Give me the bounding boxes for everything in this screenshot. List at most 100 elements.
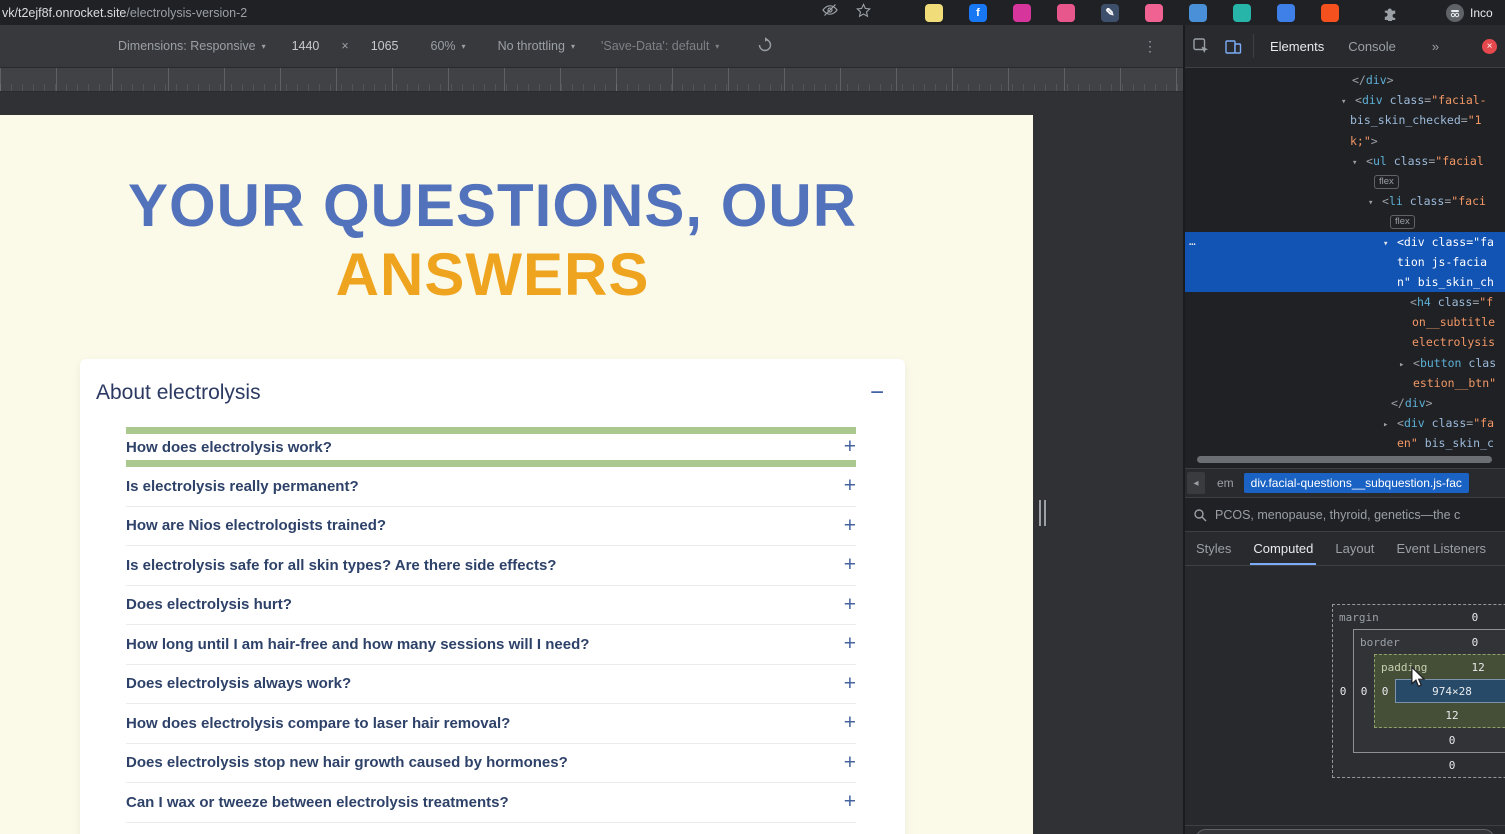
- expand-plus-icon[interactable]: +: [844, 514, 856, 538]
- bookmark-star-icon[interactable]: [856, 3, 871, 23]
- extension-icon-orange[interactable]: [1321, 4, 1339, 22]
- faq-question-row[interactable]: Is electrolysis really permanent?+: [126, 467, 856, 507]
- eye-off-icon[interactable]: [822, 2, 838, 23]
- tree-node[interactable]: on__subtitle: [1185, 312, 1505, 332]
- tree-node[interactable]: flex: [1185, 211, 1505, 231]
- faq-question-row[interactable]: Can I wax or tweeze between electrolysis…: [126, 783, 856, 823]
- extension-icon-chat[interactable]: [1145, 4, 1163, 22]
- tree-node[interactable]: estion__btn": [1185, 373, 1505, 393]
- zoom-select[interactable]: 60% ▾: [431, 39, 466, 53]
- border-bottom-value[interactable]: 0: [1354, 734, 1505, 747]
- tree-node[interactable]: electrolysis: [1185, 332, 1505, 352]
- inspect-icon[interactable]: [1185, 37, 1217, 55]
- devtools-search-bar[interactable]: PCOS, menopause, thyroid, genetics—the c: [1185, 498, 1505, 532]
- expand-plus-icon[interactable]: +: [844, 672, 856, 696]
- tab-elements[interactable]: Elements: [1258, 25, 1336, 67]
- extension-icon-pen[interactable]: ✎: [1101, 4, 1119, 22]
- sidebar-tab-layout[interactable]: Layout: [1324, 532, 1385, 565]
- collapse-arrow-icon[interactable]: ▾: [1383, 234, 1397, 254]
- padding-left-value[interactable]: 0: [1375, 679, 1395, 703]
- padding-top-value[interactable]: 12: [1427, 661, 1505, 674]
- extension-icon-facebook[interactable]: f: [969, 4, 987, 22]
- more-tabs-chevron[interactable]: »: [1432, 39, 1439, 54]
- extension-icon-instagram[interactable]: [1013, 4, 1031, 22]
- expand-plus-icon[interactable]: +: [844, 790, 856, 814]
- tree-node-selected[interactable]: tion js-facia: [1185, 252, 1505, 272]
- border-top-value[interactable]: 0: [1400, 636, 1505, 649]
- faq-question-row[interactable]: Is electrolysis safe for all skin types?…: [126, 546, 856, 586]
- viewport-width-input[interactable]: 1440: [292, 39, 320, 53]
- tree-node[interactable]: </div>: [1185, 70, 1505, 90]
- expand-arrow-icon[interactable]: ▸: [1399, 355, 1413, 375]
- expand-arrow-icon[interactable]: ▸: [1383, 415, 1397, 435]
- viewport-height-input[interactable]: 1065: [371, 39, 399, 53]
- faq-card-header[interactable]: About electrolysis −: [80, 381, 905, 405]
- tree-node[interactable]: </div>: [1185, 393, 1505, 413]
- dimensions-select[interactable]: Dimensions: Responsive ▾: [118, 39, 266, 53]
- sidebar-tab-event-listeners[interactable]: Event Listeners: [1385, 532, 1497, 565]
- scrollbar-thumb[interactable]: [1197, 456, 1492, 463]
- profile-chip[interactable]: Inco: [1446, 0, 1493, 25]
- expand-plus-icon[interactable]: +: [844, 474, 856, 498]
- expand-plus-icon[interactable]: +: [844, 711, 856, 735]
- faq-question-row[interactable]: How are Nios electrologists trained?+: [126, 507, 856, 547]
- toolbar-menu-dots[interactable]: ⋮: [1143, 38, 1157, 55]
- tab-console[interactable]: Console: [1336, 25, 1408, 67]
- tree-node[interactable]: ▾<ul class="facial: [1185, 151, 1505, 171]
- device-toolbar-icon[interactable]: [1217, 37, 1249, 55]
- tree-node[interactable]: <h4 class="f: [1185, 292, 1505, 312]
- margin-bottom-value[interactable]: 0: [1333, 759, 1505, 772]
- flex-badge[interactable]: flex: [1390, 215, 1415, 229]
- tree-node-selected[interactable]: …▾<div class="fa: [1185, 232, 1505, 252]
- breadcrumb-back-button[interactable]: ◂: [1187, 472, 1205, 494]
- padding-bottom-value[interactable]: 12: [1375, 709, 1505, 722]
- extension-icon-teal[interactable]: [1233, 4, 1251, 22]
- tree-node-selected[interactable]: n" bis_skin_ch: [1185, 272, 1505, 292]
- node-overflow-dots[interactable]: …: [1189, 232, 1197, 252]
- flex-badge[interactable]: flex: [1374, 175, 1399, 189]
- faq-question-row[interactable]: Does electrolysis stop new hair growth c…: [126, 744, 856, 784]
- extension-icon-notes[interactable]: [925, 4, 943, 22]
- extension-icon-blue[interactable]: [1189, 4, 1207, 22]
- faq-question-row[interactable]: Does electrolysis always work?+: [126, 665, 856, 705]
- error-badge[interactable]: ×: [1482, 39, 1497, 54]
- tree-node[interactable]: flex: [1185, 171, 1505, 191]
- expand-plus-icon[interactable]: +: [844, 632, 856, 656]
- collapse-arrow-icon[interactable]: ▾: [1352, 153, 1366, 173]
- tree-node[interactable]: ▾<div class="facial-: [1185, 90, 1505, 110]
- address-bar[interactable]: vk/t2ejf8f.onrocket.site/electrolysis-ve…: [2, 0, 247, 25]
- margin-top-value[interactable]: 0: [1379, 611, 1505, 624]
- horizontal-scrollbar[interactable]: [1185, 452, 1505, 468]
- viewport-resize-handle[interactable]: [1039, 500, 1049, 526]
- faq-question-row[interactable]: How does electrolysis compare to laser h…: [126, 704, 856, 744]
- tree-node[interactable]: k;">: [1185, 131, 1505, 151]
- faq-question-row[interactable]: How does electrolysis work?+: [126, 434, 856, 460]
- faq-question-row[interactable]: How long until I am hair-free and how ma…: [126, 625, 856, 665]
- sidebar-tab-styles[interactable]: Styles: [1185, 532, 1242, 565]
- faq-question-row[interactable]: Does electrolysis hurt?+: [126, 586, 856, 626]
- tree-node[interactable]: ▾<li class="faci: [1185, 191, 1505, 211]
- breadcrumb-item[interactable]: em: [1217, 476, 1234, 490]
- margin-left-value[interactable]: 0: [1333, 629, 1353, 753]
- rotate-icon[interactable]: [757, 37, 773, 56]
- breadcrumb-item-active[interactable]: div.facial-questions__subquestion.js-fac: [1244, 473, 1469, 493]
- tree-node[interactable]: ▸<button clas: [1185, 353, 1505, 373]
- tree-node[interactable]: bis_skin_checked="1: [1185, 110, 1505, 130]
- filter-input[interactable]: Filter: [1195, 829, 1495, 834]
- collapse-minus-icon[interactable]: −: [870, 381, 884, 405]
- border-left-value[interactable]: 0: [1354, 654, 1374, 728]
- throttling-select[interactable]: No throttling ▾: [498, 39, 575, 53]
- collapse-arrow-icon[interactable]: ▾: [1341, 92, 1355, 112]
- save-data-select[interactable]: 'Save-Data': default ▾: [601, 39, 719, 53]
- expand-plus-icon[interactable]: +: [844, 593, 856, 617]
- extension-icon-pink[interactable]: [1057, 4, 1075, 22]
- sidebar-tab-computed[interactable]: Computed: [1242, 532, 1324, 565]
- tree-node[interactable]: en" bis_skin_c: [1185, 433, 1505, 452]
- expand-plus-icon[interactable]: +: [844, 751, 856, 775]
- expand-plus-icon[interactable]: +: [844, 435, 856, 459]
- extensions-puzzle-icon[interactable]: [1382, 4, 1399, 26]
- tree-node[interactable]: ▸<div class="fa: [1185, 413, 1505, 433]
- extension-icon-drop[interactable]: [1277, 4, 1295, 22]
- collapse-arrow-icon[interactable]: ▾: [1368, 193, 1382, 213]
- expand-plus-icon[interactable]: +: [844, 553, 856, 577]
